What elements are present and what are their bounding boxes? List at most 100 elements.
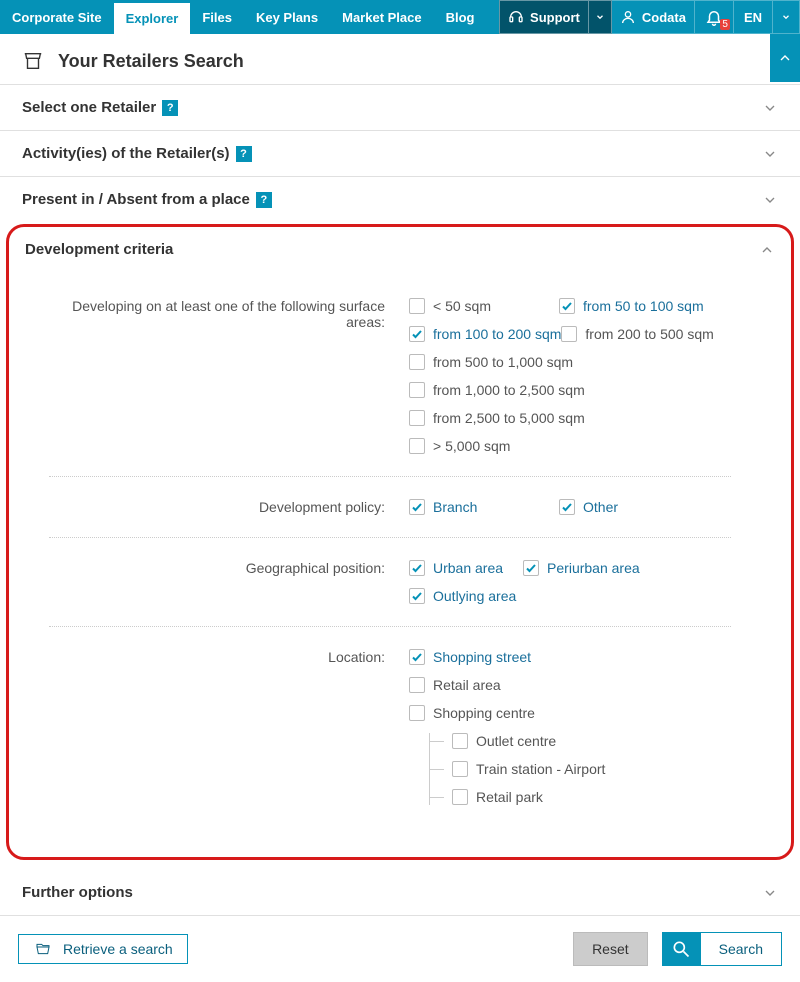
- checkbox[interactable]: [409, 438, 425, 454]
- checkbox[interactable]: [523, 560, 539, 576]
- chevron-down-icon: [762, 100, 778, 116]
- language-button[interactable]: EN: [733, 0, 773, 34]
- checkbox[interactable]: [561, 326, 577, 342]
- checkbox[interactable]: [452, 789, 468, 805]
- chevron-down-icon: [762, 192, 778, 208]
- user-label: Codata: [642, 10, 686, 25]
- storefront-icon: [22, 50, 44, 72]
- location-label: Shopping street: [433, 649, 531, 665]
- location-label: Shopping centre: [433, 705, 535, 721]
- section-retailer-title: Select one Retailer: [22, 99, 156, 116]
- checkbox[interactable]: [559, 499, 575, 515]
- nav-item-files[interactable]: Files: [190, 0, 244, 34]
- checkbox-option[interactable]: Branch: [409, 499, 559, 515]
- criteria-surface: Developing on at least one of the follow…: [49, 276, 731, 477]
- checkbox-option[interactable]: Urban area: [409, 560, 503, 576]
- checkbox[interactable]: [409, 705, 425, 721]
- checkbox[interactable]: [409, 588, 425, 604]
- page-header: Your Retailers Search: [0, 34, 800, 84]
- support-label: Support: [530, 10, 580, 25]
- checkbox-option[interactable]: from 50 to 100 sqm: [559, 298, 709, 314]
- checkbox-label: from 500 to 1,000 sqm: [433, 354, 573, 370]
- section-further[interactable]: Further options: [0, 870, 800, 915]
- location-item[interactable]: Shopping street: [409, 649, 731, 665]
- location-label: Train station - Airport: [476, 761, 605, 777]
- chevron-down-icon: [762, 146, 778, 162]
- checkbox-label: from 2,500 to 5,000 sqm: [433, 410, 585, 426]
- support-chevron[interactable]: [589, 0, 612, 34]
- retrieve-label: Retrieve a search: [63, 941, 173, 957]
- checkbox-label: from 50 to 100 sqm: [583, 298, 704, 314]
- help-icon[interactable]: ?: [236, 146, 252, 162]
- location-children: Outlet centre Train station - Airport Reta…: [429, 733, 751, 805]
- chevron-down-icon: [762, 885, 778, 901]
- notifications-button[interactable]: 5: [695, 0, 733, 34]
- location-label: Outlet centre: [476, 733, 556, 749]
- criteria-policy-label: Development policy:: [49, 499, 409, 515]
- checkbox-option[interactable]: from 200 to 500 sqm: [561, 326, 713, 342]
- notification-badge: 5: [720, 19, 730, 30]
- section-development-title: Development criteria: [25, 241, 173, 258]
- nav-item-blog[interactable]: Blog: [434, 0, 487, 34]
- checkbox-option[interactable]: Outlying area: [409, 588, 516, 604]
- checkbox[interactable]: [559, 298, 575, 314]
- section-presence[interactable]: Present in / Absent from a place ?: [0, 176, 800, 222]
- checkbox[interactable]: [409, 326, 425, 342]
- checkbox[interactable]: [409, 649, 425, 665]
- checkbox[interactable]: [409, 677, 425, 693]
- search-icon-button[interactable]: [662, 932, 700, 966]
- checkbox-option[interactable]: > 5,000 sqm: [409, 438, 559, 454]
- chevron-down-icon: [595, 12, 605, 22]
- help-icon[interactable]: ?: [256, 192, 272, 208]
- checkbox[interactable]: [452, 733, 468, 749]
- checkbox[interactable]: [409, 499, 425, 515]
- checkbox[interactable]: [409, 410, 425, 426]
- checkbox[interactable]: [452, 761, 468, 777]
- location-label: Retail park: [476, 789, 543, 805]
- retrieve-search-button[interactable]: Retrieve a search: [18, 934, 188, 964]
- criteria-location-label: Location:: [49, 649, 409, 805]
- checkbox-option[interactable]: from 500 to 1,000 sqm: [409, 354, 573, 370]
- checkbox-label: Periurban area: [547, 560, 640, 576]
- location-item[interactable]: Outlet centre: [430, 733, 751, 749]
- chevron-down-icon: [781, 12, 791, 22]
- checkbox-option[interactable]: from 100 to 200 sqm: [409, 326, 561, 342]
- reset-button[interactable]: Reset: [573, 932, 648, 966]
- highlight-box: Development criteria Developing on at le…: [6, 224, 794, 860]
- section-further-title: Further options: [22, 884, 133, 901]
- user-button[interactable]: Codata: [612, 0, 695, 34]
- footer: Retrieve a search Reset Search: [0, 915, 800, 982]
- checkbox-label: Urban area: [433, 560, 503, 576]
- nav-item-market-place[interactable]: Market Place: [330, 0, 434, 34]
- checkbox-option[interactable]: < 50 sqm: [409, 298, 559, 314]
- checkbox-option[interactable]: from 2,500 to 5,000 sqm: [409, 410, 585, 426]
- section-development-header[interactable]: Development criteria: [9, 227, 791, 272]
- checkbox[interactable]: [409, 298, 425, 314]
- section-presence-title: Present in / Absent from a place: [22, 191, 250, 208]
- checkbox-option[interactable]: Other: [559, 499, 709, 515]
- nav-item-corporate-site[interactable]: Corporate Site: [0, 0, 114, 34]
- checkbox-option[interactable]: Periurban area: [523, 560, 640, 576]
- checkbox[interactable]: [409, 560, 425, 576]
- language-chevron[interactable]: [773, 0, 800, 34]
- location-item[interactable]: Retail area: [409, 677, 731, 693]
- checkbox[interactable]: [409, 382, 425, 398]
- checkbox-label: < 50 sqm: [433, 298, 491, 314]
- checkbox[interactable]: [409, 354, 425, 370]
- checkbox-label: from 1,000 to 2,500 sqm: [433, 382, 585, 398]
- support-button[interactable]: Support: [499, 0, 589, 34]
- nav-item-explorer[interactable]: Explorer: [114, 0, 191, 34]
- checkbox-option[interactable]: from 1,000 to 2,500 sqm: [409, 382, 585, 398]
- location-item[interactable]: Shopping centre: [409, 705, 731, 721]
- location-item[interactable]: Retail park: [430, 789, 751, 805]
- section-activity[interactable]: Activity(ies) of the Retailer(s) ?: [0, 130, 800, 176]
- chevron-up-icon: [759, 242, 775, 258]
- scroll-top-button[interactable]: [770, 34, 800, 82]
- search-button[interactable]: Search: [700, 932, 782, 966]
- search-icon: [671, 939, 691, 959]
- nav-item-key-plans[interactable]: Key Plans: [244, 0, 330, 34]
- help-icon[interactable]: ?: [162, 100, 178, 116]
- criteria-surface-label: Developing on at least one of the follow…: [49, 298, 409, 454]
- section-retailer[interactable]: Select one Retailer ?: [0, 84, 800, 130]
- location-item[interactable]: Train station - Airport: [430, 761, 751, 777]
